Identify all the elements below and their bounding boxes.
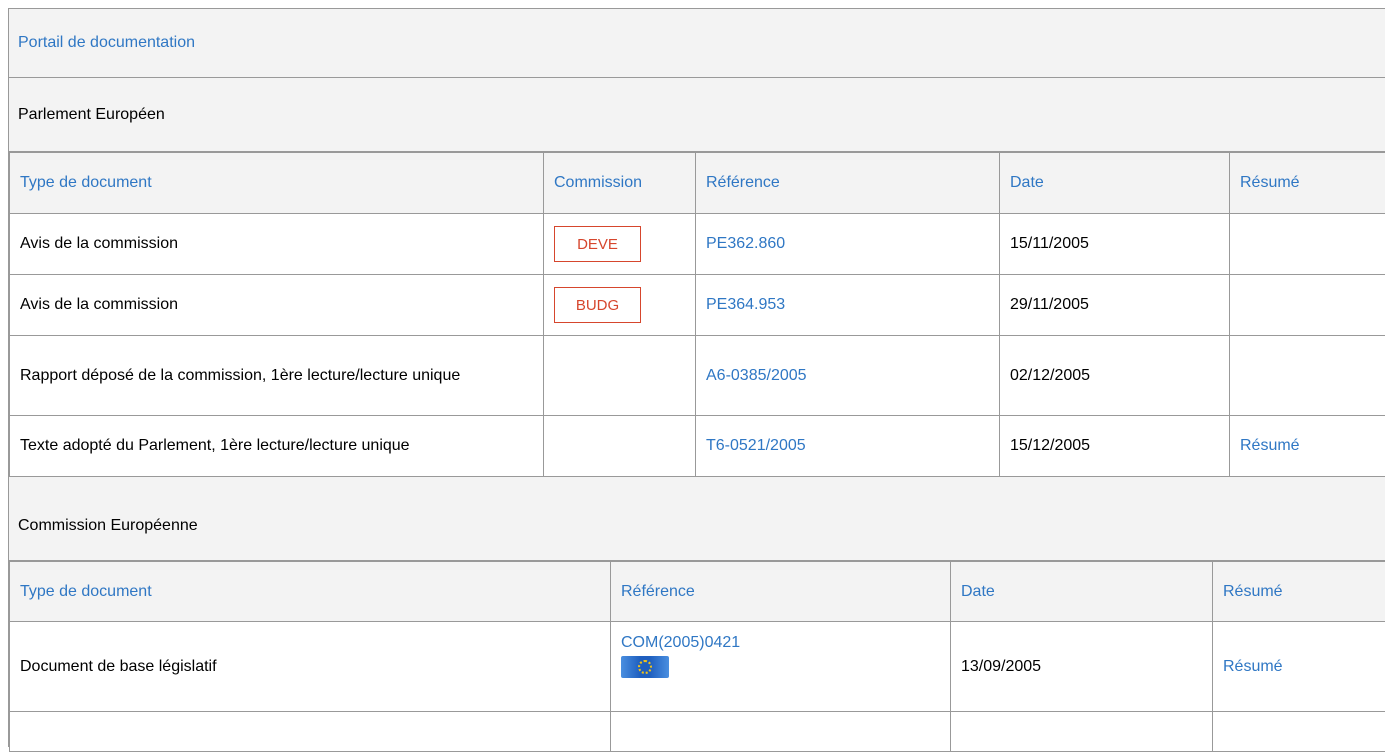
- ep-row-type: Avis de la commission: [10, 275, 544, 336]
- ec-row-summary-link[interactable]: Résumé: [1223, 658, 1283, 675]
- ep-row-commission-cell: BUDG: [544, 275, 696, 336]
- ep-row-date: 15/11/2005: [1000, 214, 1230, 275]
- ep-row-reference-link[interactable]: T6-0521/2005: [706, 437, 806, 454]
- ec-row-date: 13/09/2005: [951, 622, 1213, 712]
- portal-title-link[interactable]: Portail de documentation: [18, 34, 195, 52]
- ep-header-type[interactable]: Type de document: [10, 153, 544, 214]
- ec-row-type: Document de base législatif: [10, 622, 611, 712]
- ep-row-summary-link[interactable]: Résumé: [1240, 437, 1300, 454]
- ec-empty-cell: [1213, 712, 1385, 752]
- ep-row-date: 02/12/2005: [1000, 336, 1230, 416]
- ep-row-reference-link[interactable]: A6-0385/2005: [706, 367, 807, 384]
- ec-header-type[interactable]: Type de document: [10, 562, 611, 622]
- ec-row-reference-link[interactable]: COM(2005)0421: [621, 634, 740, 651]
- ec-row: Document de base législatif COM(2005)042…: [10, 622, 1385, 712]
- eu-flag-icon[interactable]: [621, 656, 669, 678]
- ec-header-reference[interactable]: Référence: [611, 562, 951, 622]
- ep-row: Avis de la commission BUDG PE364.953 29/…: [10, 275, 1385, 336]
- ec-header-row: Type de document Référence Date Résumé: [10, 562, 1385, 622]
- ec-header-date[interactable]: Date: [951, 562, 1213, 622]
- ep-row-type: Rapport déposé de la commission, 1ère le…: [10, 336, 544, 416]
- ep-section-title: Parlement Européen: [9, 78, 1385, 152]
- ep-row-summary: [1230, 275, 1385, 336]
- ep-row-summary: [1230, 336, 1385, 416]
- ep-header-summary[interactable]: Résumé: [1230, 153, 1385, 214]
- ep-row: Texte adopté du Parlement, 1ère lecture/…: [10, 416, 1385, 477]
- ec-section-title: Commission Européenne: [9, 477, 1385, 561]
- ec-empty-cell: [611, 712, 951, 752]
- portal-header: Portail de documentation: [9, 9, 1385, 78]
- ep-header-row: Type de document Commission Référence Da…: [10, 153, 1385, 214]
- ep-row-summary: [1230, 214, 1385, 275]
- ep-row-date: 15/12/2005: [1000, 416, 1230, 477]
- ep-row: Avis de la commission DEVE PE362.860 15/…: [10, 214, 1385, 275]
- ep-row-commission-cell: [544, 336, 696, 416]
- ec-empty-cell: [951, 712, 1213, 752]
- ep-row-date: 29/11/2005: [1000, 275, 1230, 336]
- ep-row: Rapport déposé de la commission, 1ère le…: [10, 336, 1385, 416]
- ec-empty-cell: [10, 712, 611, 752]
- ep-row-reference-link[interactable]: PE364.953: [706, 296, 785, 313]
- ep-documents-table: Type de document Commission Référence Da…: [9, 152, 1385, 477]
- ep-row-commission-cell: [544, 416, 696, 477]
- ep-row-type: Avis de la commission: [10, 214, 544, 275]
- ec-header-summary[interactable]: Résumé: [1213, 562, 1385, 622]
- ec-documents-table: Type de document Référence Date Résumé D…: [9, 561, 1385, 752]
- ep-header-date[interactable]: Date: [1000, 153, 1230, 214]
- commission-badge-budg[interactable]: BUDG: [554, 287, 641, 323]
- ep-header-commission[interactable]: Commission: [544, 153, 696, 214]
- ep-row-type: Texte adopté du Parlement, 1ère lecture/…: [10, 416, 544, 477]
- ec-row-empty: [10, 712, 1385, 752]
- ep-row-commission-cell: DEVE: [544, 214, 696, 275]
- documentation-portal: Portail de documentation Parlement Europ…: [8, 8, 1385, 747]
- ec-row-reference-cell: COM(2005)0421: [611, 622, 951, 712]
- commission-badge-deve[interactable]: DEVE: [554, 226, 641, 262]
- ep-row-reference-link[interactable]: PE362.860: [706, 235, 785, 252]
- ep-header-reference[interactable]: Référence: [696, 153, 1000, 214]
